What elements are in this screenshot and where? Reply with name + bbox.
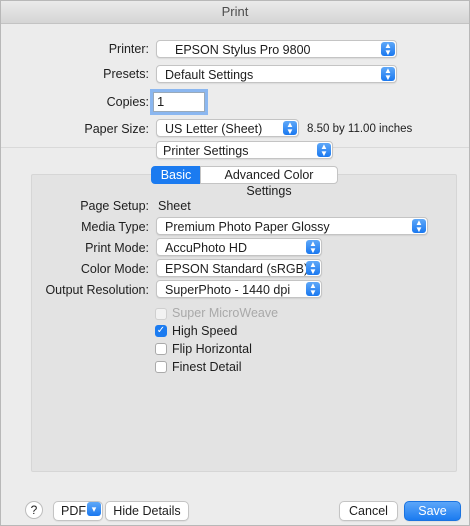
cancel-button[interactable]: Cancel [339, 501, 398, 521]
chevron-updown-icon: ▲ ▼ [381, 42, 395, 57]
media-type-label: Media Type: [81, 220, 149, 234]
color-mode-value: EPSON Standard (sRGB) [165, 262, 309, 276]
super-microweave-label: Super MicroWeave [172, 306, 279, 320]
help-button[interactable]: ? [25, 501, 43, 519]
chevron-updown-icon: ▲ ▼ [283, 121, 297, 136]
finest-detail-label: Finest Detail [172, 360, 242, 374]
output-resolution-popup[interactable]: SuperPhoto - 1440 dpi ▲ ▼ [156, 280, 322, 298]
chevron-updown-icon: ▲ ▼ [306, 261, 320, 276]
page-setup-label: Page Setup: [80, 199, 149, 213]
section-popup[interactable]: Printer Settings ▲ ▼ [156, 141, 333, 159]
output-resolution-value: SuperPhoto - 1440 dpi [165, 283, 291, 297]
high-speed-label: High Speed [172, 324, 238, 338]
paper-size-popup[interactable]: US Letter (Sheet) ▲ ▼ [156, 119, 299, 137]
printer-popup[interactable]: EPSON Stylus Pro 9800 ▲ ▼ [156, 40, 397, 58]
color-mode-popup[interactable]: EPSON Standard (sRGB) ▲ ▼ [156, 259, 322, 277]
print-mode-label: Print Mode: [85, 241, 149, 255]
paper-size-value: US Letter (Sheet) [165, 122, 263, 136]
pdf-label: PDF [61, 504, 86, 518]
paper-dimensions: 8.50 by 11.00 inches [307, 123, 413, 135]
print-mode-popup[interactable]: AccuPhoto HD ▲ ▼ [156, 238, 322, 256]
color-mode-label: Color Mode: [80, 262, 149, 276]
copies-field[interactable]: 1 [153, 92, 205, 112]
chevron-updown-icon: ▲ ▼ [317, 143, 331, 158]
chevron-updown-icon: ▲ ▼ [306, 240, 320, 255]
high-speed-checkbox[interactable]: ✓ [155, 325, 167, 337]
chevron-updown-icon: ▲ ▼ [306, 282, 320, 297]
presets-popup[interactable]: Default Settings ▲ ▼ [156, 65, 397, 83]
window-title: Print [1, 1, 469, 24]
super-microweave-checkbox[interactable] [155, 308, 167, 320]
print-mode-value: AccuPhoto HD [165, 241, 247, 255]
flip-horizontal-checkbox[interactable] [155, 343, 167, 355]
output-resolution-label: Output Resolution: [45, 283, 149, 297]
section-value: Printer Settings [163, 144, 249, 158]
printer-label: Printer: [108, 42, 149, 56]
save-button[interactable]: Save [404, 501, 461, 521]
print-dialog: Print Printer: EPSON Stylus Pro 9800 ▲ ▼ … [0, 0, 470, 526]
paper-size-label: Paper Size: [84, 122, 149, 136]
flip-horizontal-label: Flip Horizontal [172, 342, 252, 356]
tab-basic[interactable]: Basic [151, 166, 201, 184]
media-type-popup[interactable]: Premium Photo Paper Glossy ▲ ▼ [156, 217, 428, 235]
printer-value: EPSON Stylus Pro 9800 [175, 43, 311, 57]
tab-advanced-color-settings[interactable]: Advanced Color Settings [200, 166, 338, 198]
finest-detail-checkbox[interactable] [155, 361, 167, 373]
presets-label: Presets: [103, 67, 149, 81]
hide-details-button[interactable]: Hide Details [105, 501, 189, 521]
checkmark-icon: ✓ [156, 325, 166, 336]
chevron-updown-icon: ▲ ▼ [381, 67, 395, 82]
chevron-down-icon: ▾ [87, 502, 101, 516]
copies-label: Copies: [106, 95, 149, 109]
presets-value: Default Settings [165, 68, 254, 82]
media-type-value: Premium Photo Paper Glossy [165, 220, 330, 234]
chevron-updown-icon: ▲ ▼ [412, 219, 426, 234]
page-setup-value: Sheet [158, 199, 191, 213]
